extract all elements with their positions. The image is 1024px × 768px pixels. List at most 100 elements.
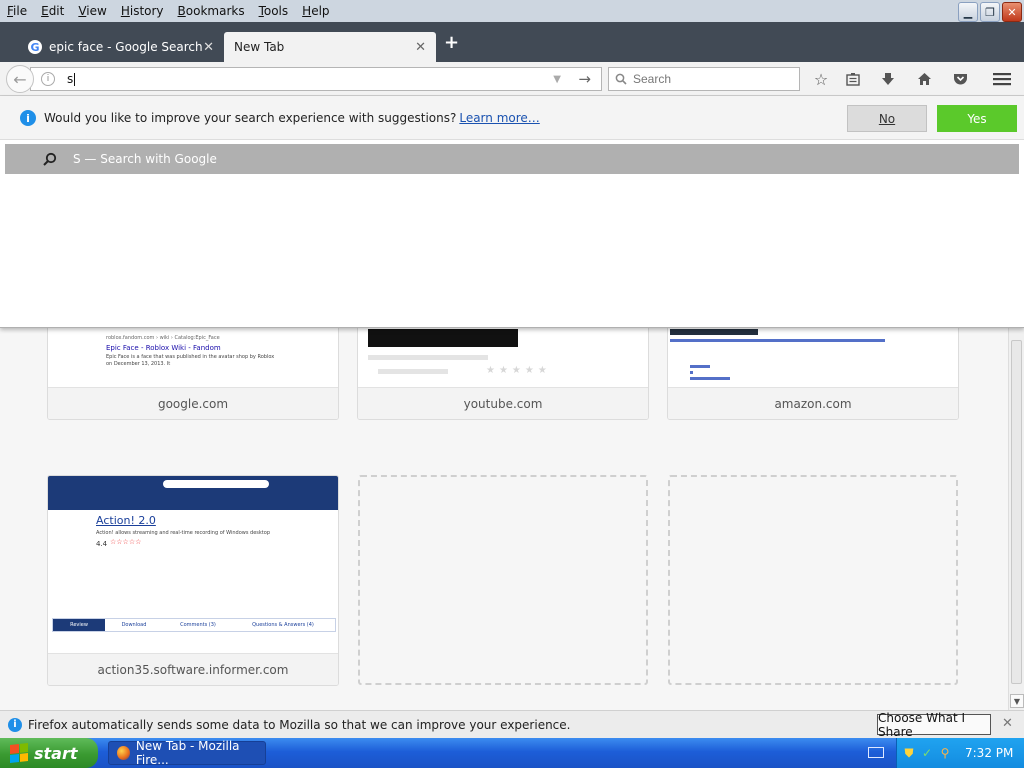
no-button[interactable]: No (847, 105, 927, 132)
thumb-link-row (670, 339, 885, 342)
restore-icon: ❐ (985, 5, 995, 19)
taskbar-window-title: New Tab - Mozilla Fire... (135, 739, 240, 767)
thumb-link (690, 377, 730, 380)
hamburger-menu-icon[interactable] (992, 69, 1012, 89)
go-arrow-icon[interactable]: → (578, 70, 591, 88)
yes-button[interactable]: Yes (937, 105, 1017, 132)
google-icon: G (28, 40, 42, 54)
url-input[interactable]: s (67, 72, 76, 86)
thumb-desc: Action! allows streaming and real-time r… (96, 530, 270, 536)
opt-in-message: Would you like to improve your search ex… (44, 111, 540, 125)
close-icon: ✕ (1007, 5, 1017, 19)
suggestion-search-with-google[interactable]: S — Search with Google (5, 144, 1019, 174)
thumb-searchbox (163, 480, 269, 488)
thumb-tab: Review (53, 619, 105, 631)
windows-taskbar: start New Tab - Mozilla Fire... ⛊ ✓ ⚲ 7:… (0, 738, 1024, 768)
url-bar[interactable]: i s ▼ → (30, 67, 602, 91)
close-window-button[interactable]: ✕ (1002, 2, 1022, 22)
menu-edit[interactable]: Edit (34, 0, 71, 22)
thumb-line (378, 369, 448, 374)
pocket-icon[interactable] (950, 69, 970, 89)
network-icon[interactable]: ✓ (921, 746, 933, 760)
reading-list-icon[interactable] (843, 69, 863, 89)
taskbar-firefox-window[interactable]: New Tab - Mozilla Fire... (108, 739, 266, 767)
minimize-button[interactable]: ▁ (958, 2, 978, 22)
search-input[interactable] (633, 72, 793, 86)
menu-bar: File Edit View History Bookmarks Tools H… (0, 0, 1024, 22)
thumb-tab: Questions & Answers (4) (252, 622, 314, 628)
tile-thumbnail: Action! 2.0 Action! allows streaming and… (48, 476, 338, 654)
choose-what-i-share-button[interactable]: Choose What I Share (877, 711, 991, 739)
back-arrow-icon: ← (13, 69, 27, 89)
firefox-icon (117, 746, 130, 760)
menu-file[interactable]: File (0, 0, 34, 22)
tab-google-search[interactable]: G epic face - Google Search ✕ (18, 32, 224, 62)
info-icon: i (20, 110, 36, 126)
system-tray: ⛊ ✓ ⚲ 7:32 PM (896, 738, 1024, 768)
search-icon (615, 73, 627, 85)
thumb-title: Epic Face - Roblox Wiki - Fandom (106, 344, 221, 352)
windows-logo-icon (10, 743, 28, 763)
tile-thumbnail: ★★★★★ (358, 329, 648, 389)
menu-history[interactable]: History (114, 0, 171, 22)
new-tab-plus-icon[interactable]: + (444, 32, 459, 53)
url-suggestion-panel: i Would you like to improve your search … (0, 96, 1024, 328)
thumb-stars: ☆☆☆☆☆ (110, 538, 142, 546)
search-bar[interactable] (608, 67, 800, 91)
menu-tools[interactable]: Tools (252, 0, 296, 22)
security-shield-icon[interactable]: ⛊ (903, 746, 915, 760)
bookmark-star-icon[interactable]: ☆ (811, 69, 831, 89)
menu-help[interactable]: Help (295, 0, 336, 22)
learn-more-link[interactable]: Learn more… (459, 111, 539, 125)
thumb-link (690, 371, 693, 374)
thumb-rating-stars: ★★★★★ (486, 365, 551, 376)
text-caret (74, 73, 76, 86)
thumb-title: Action! 2.0 (96, 514, 156, 527)
page-scrollbar[interactable]: ▼ (1008, 328, 1024, 710)
tab-title: New Tab (234, 40, 285, 54)
scrollbar-thumb[interactable] (1011, 340, 1022, 684)
tab-new-tab[interactable]: New Tab ✕ (224, 32, 436, 62)
window-controls: ▁ ❐ ✕ (958, 2, 1022, 22)
tab-close-icon[interactable]: ✕ (203, 40, 214, 55)
menu-bookmarks[interactable]: Bookmarks (171, 0, 252, 22)
data-reporting-notification: i Firefox automatically sends some data … (0, 710, 1024, 739)
suggestion-text: S — Search with Google (73, 152, 217, 166)
home-icon[interactable] (914, 69, 934, 89)
clock: 7:32 PM (965, 746, 1014, 760)
start-label: start (34, 743, 78, 763)
search-suggestion-opt-in: i Would you like to improve your search … (0, 96, 1024, 140)
thumb-line (368, 355, 488, 360)
video-player-bar (368, 329, 518, 347)
thumb-rating: 4.4 (96, 540, 108, 548)
thumb-tabbar: Review Download Comments (3) Questions &… (52, 618, 336, 632)
navigation-toolbar: i s ▼ → ← ☆ (0, 62, 1024, 96)
tile-thumbnail (668, 329, 958, 389)
minimize-icon: ▁ (963, 5, 973, 19)
notification-message: Firefox automatically sends some data to… (28, 717, 571, 732)
close-icon[interactable]: ✕ (1002, 716, 1013, 731)
keyboard-icon[interactable] (868, 747, 884, 758)
history-dropdown-icon[interactable]: ▼ (553, 74, 561, 85)
empty-tile-slot (358, 475, 648, 685)
tab-title: epic face - Google Search (49, 40, 203, 54)
thumb-link (690, 365, 710, 368)
maximize-button[interactable]: ❐ (980, 2, 1000, 22)
thumb-header (670, 329, 758, 335)
scroll-down-arrow-icon[interactable]: ▼ (1010, 694, 1024, 708)
start-button[interactable]: start (0, 738, 98, 768)
thumb-desc: Epic Face is a face that was published i… (106, 354, 275, 367)
thumb-tab: Comments (3) (180, 622, 216, 628)
menu-view[interactable]: View (71, 0, 113, 22)
top-site-tile-action35[interactable]: Action! 2.0 Action! allows streaming and… (47, 475, 339, 686)
tile-thumbnail: roblox.fandom.com › wiki › Catalog:Epic_… (48, 331, 338, 391)
search-tray-icon[interactable]: ⚲ (939, 746, 951, 760)
downloads-icon[interactable] (878, 69, 898, 89)
tile-label: action35.software.informer.com (48, 653, 338, 685)
tab-strip: G epic face - Google Search ✕ New Tab ✕ (0, 22, 1024, 62)
tab-close-icon[interactable]: ✕ (415, 40, 426, 55)
back-button[interactable]: ← (6, 65, 34, 93)
site-info-icon[interactable]: i (41, 72, 55, 86)
tile-label: youtube.com (358, 387, 648, 419)
empty-tile-slot (668, 475, 958, 685)
